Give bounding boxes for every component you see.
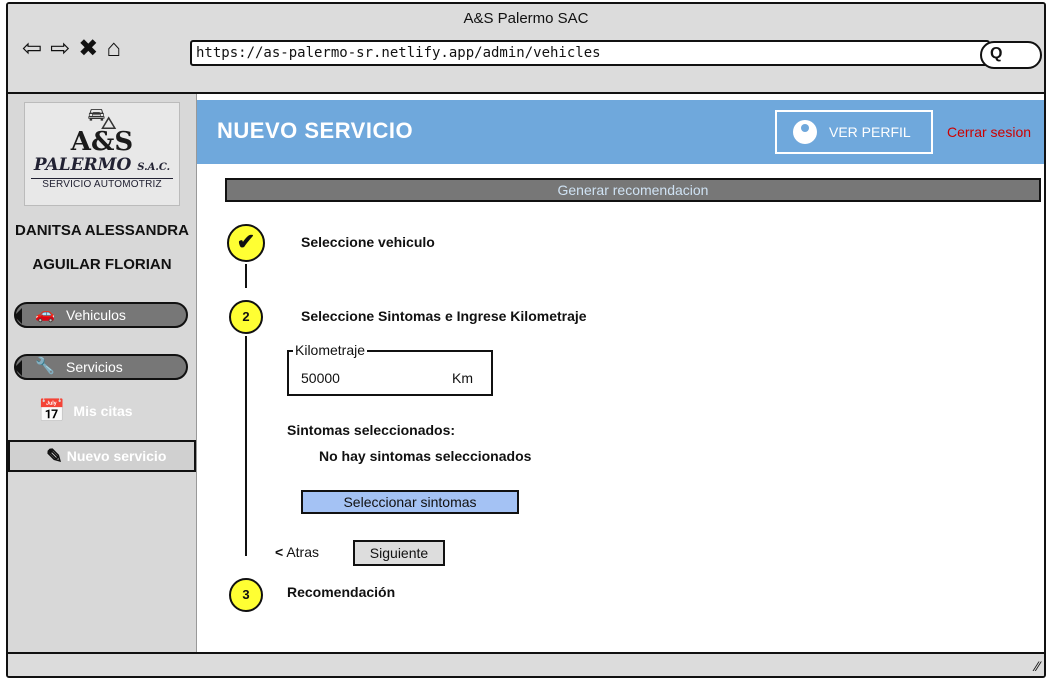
back-label: Atras bbox=[286, 544, 319, 560]
back-button[interactable]: < Atras bbox=[275, 544, 319, 560]
user-name-line-1: DANITSA ALESSANDRA bbox=[15, 222, 189, 239]
sidebar-item-vehiculos[interactable]: 🚗 Vehiculos bbox=[14, 302, 188, 328]
kilometraje-label: Kilometraje bbox=[293, 342, 368, 358]
url-bar[interactable]: https://as-palermo-sr.netlify.app/admin/… bbox=[190, 40, 990, 66]
stop-icon[interactable]: ✖ bbox=[78, 35, 98, 63]
sidebar-item-label: Servicios bbox=[66, 359, 123, 375]
calendar-icon: 📅 bbox=[38, 398, 66, 423]
browser-search-button[interactable]: Q bbox=[980, 41, 1042, 69]
step-connector bbox=[245, 264, 247, 288]
browser-chrome: A&S Palermo SAC ⇦ ⇨ ✖ ⌂ https://as-paler… bbox=[8, 4, 1044, 94]
kilometraje-value[interactable]: 50000 bbox=[301, 370, 340, 386]
page-header: NUEVO SERVICIO VER PERFIL Cerrar sesion bbox=[197, 100, 1044, 164]
nav-buttons: ⇦ ⇨ ✖ ⌂ bbox=[22, 34, 121, 64]
window-title: A&S Palermo SAC bbox=[463, 10, 589, 27]
sidebar-item-label: Vehiculos bbox=[66, 307, 126, 323]
logo-name: PALERMO S.A.C. bbox=[25, 155, 179, 178]
user-name-line-2: AGUILAR FLORIAN bbox=[32, 256, 172, 273]
chevron-left-icon bbox=[14, 360, 22, 376]
view-profile-label: VER PERFIL bbox=[829, 124, 911, 140]
sidebar-item-servicios[interactable]: 🔧 Servicios bbox=[14, 354, 188, 380]
browser-window: A&S Palermo SAC ⇦ ⇨ ✖ ⌂ https://as-paler… bbox=[6, 2, 1046, 678]
logo-brand: A&S bbox=[70, 127, 134, 157]
step-3-marker: 3 bbox=[229, 578, 263, 612]
kilometraje-unit: Km bbox=[452, 370, 473, 386]
sidebar: ⛍ A&S PALERMO S.A.C. SERVICIO AUTOMOTRIZ… bbox=[8, 94, 197, 656]
status-bar: ⁄⁄ bbox=[8, 652, 1044, 676]
logo-suffix: S.A.C. bbox=[137, 162, 171, 173]
logo-name-text: PALERMO bbox=[33, 155, 132, 175]
step-connector bbox=[245, 336, 247, 556]
back-arrow-icon[interactable]: ⇦ bbox=[22, 35, 42, 63]
chevron-left-icon: < bbox=[275, 544, 284, 560]
edit-icon: ✎ bbox=[46, 445, 63, 468]
logout-link[interactable]: Cerrar sesion bbox=[947, 124, 1031, 140]
forward-arrow-icon[interactable]: ⇨ bbox=[50, 35, 70, 63]
step-2-marker: 2 bbox=[229, 300, 263, 334]
resize-handle-icon[interactable]: ⁄⁄ bbox=[1035, 658, 1040, 674]
page-title: NUEVO SERVICIO bbox=[217, 118, 414, 143]
logo-tagline: SERVICIO AUTOMOTRIZ bbox=[31, 178, 173, 190]
car-icon: 🚗 bbox=[35, 306, 55, 323]
company-logo: ⛍ A&S PALERMO S.A.C. SERVICIO AUTOMOTRIZ bbox=[24, 102, 180, 206]
kilometraje-field[interactable]: Kilometraje 50000 Km bbox=[287, 342, 493, 396]
wrench-icon: 🔧 bbox=[35, 358, 55, 375]
step-2-label: Seleccione Sintomas e Ingrese Kilometraj… bbox=[301, 308, 587, 324]
search-icon: Q bbox=[990, 45, 1003, 62]
sintomas-empty-message: No hay sintomas seleccionados bbox=[319, 448, 532, 464]
sidebar-item-nuevo-servicio[interactable]: ✎ Nuevo servicio bbox=[8, 440, 196, 472]
main-content: NUEVO SERVICIO VER PERFIL Cerrar sesion … bbox=[197, 94, 1044, 656]
user-avatar-icon bbox=[793, 120, 817, 144]
home-icon[interactable]: ⌂ bbox=[106, 35, 121, 63]
generate-recommendation-bar[interactable]: Generar recomendacion bbox=[225, 178, 1041, 202]
sintomas-title: Sintomas seleccionados: bbox=[287, 422, 456, 438]
step-1-label: Seleccione vehiculo bbox=[301, 234, 435, 250]
chevron-left-icon bbox=[14, 308, 22, 324]
select-symptoms-button[interactable]: Seleccionar sintomas bbox=[301, 490, 519, 514]
sidebar-item-label: Mis citas bbox=[73, 403, 133, 419]
next-button[interactable]: Siguiente bbox=[353, 540, 445, 566]
step-1-check-icon: ✔ bbox=[227, 224, 265, 262]
sidebar-item-mis-citas[interactable]: 📅 Mis citas bbox=[38, 398, 133, 424]
view-profile-button[interactable]: VER PERFIL bbox=[775, 110, 933, 154]
step-3-label: Recomendación bbox=[287, 584, 396, 600]
sidebar-item-label: Nuevo servicio bbox=[66, 448, 167, 464]
